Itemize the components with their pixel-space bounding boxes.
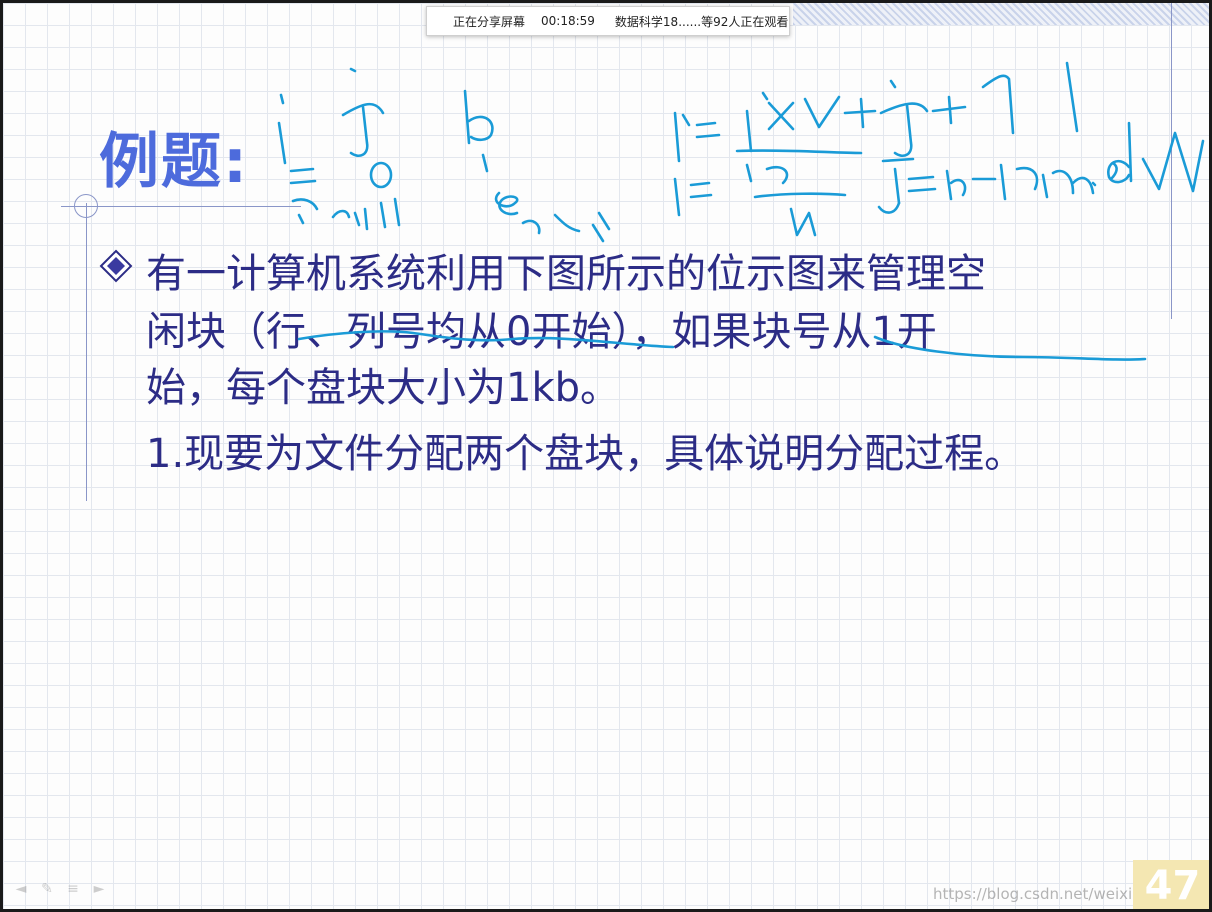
content-line-3: 始，每个盘块大小为1kb。: [146, 365, 621, 411]
diamond-bullet-icon: [99, 249, 133, 283]
slide-menu-icon[interactable]: ≡: [65, 881, 81, 897]
content-line-4: 1.现要为文件分配两个盘块，具体说明分配过程。: [146, 431, 1025, 477]
slide-guide-line-left: [86, 203, 87, 501]
content-line-1: 有一计算机系统利用下图所示的位示图来管理空: [146, 251, 986, 297]
pen-tool-icon[interactable]: ✎: [39, 881, 55, 897]
guide-circle-decoration: [74, 194, 98, 218]
content-line-2: 闲块（行、列号均从0开始），如果块号从1开: [146, 309, 937, 355]
share-timer: 00:18:59: [541, 14, 595, 28]
slide-window: 正在分享屏幕 00:18:59 数据科学18......等92人正在观看 例题:…: [0, 0, 1212, 912]
share-status: 正在分享屏幕: [453, 14, 526, 29]
slide-show-toolbar[interactable]: ◄ ✎ ≡ ►: [13, 881, 107, 897]
slide-title: 例题:: [99, 127, 249, 197]
next-slide-icon[interactable]: ►: [91, 881, 107, 897]
title-bar-hatch: [793, 3, 1209, 25]
viewer-count[interactable]: 数据科学18......等92人正在观看: [615, 13, 788, 30]
slide-page-number: 47: [1133, 860, 1209, 909]
slide-guide-line-right: [1171, 3, 1172, 319]
previous-slide-icon[interactable]: ◄: [13, 881, 29, 897]
screen-share-bar[interactable]: 正在分享屏幕 00:18:59 数据科学18......等92人正在观看: [426, 6, 790, 36]
